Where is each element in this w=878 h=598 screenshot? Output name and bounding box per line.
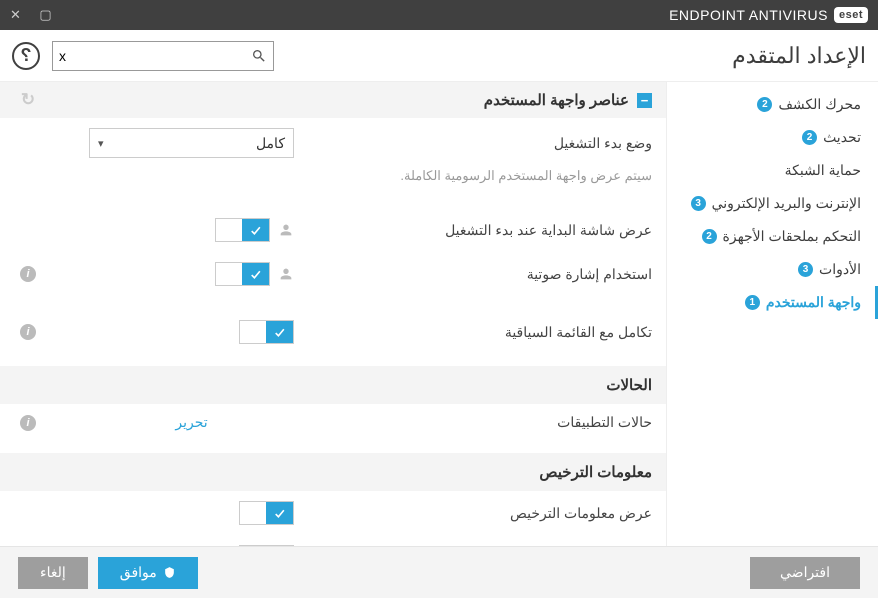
person-icon: [278, 222, 294, 238]
section-license-header: معلومات الترخيص: [0, 453, 666, 491]
sound-label: استخدام إشارة صوتية: [306, 266, 652, 283]
sidebar-item-tools[interactable]: الأدوات 3: [667, 253, 878, 286]
row-app-statuses: حالات التطبيقات تحرير i: [0, 404, 666, 441]
splash-toggle[interactable]: [215, 218, 270, 242]
sidebar-item-ui[interactable]: واجهة المستخدم 1: [667, 286, 878, 319]
product-name: ENDPOINT ANTIVIRUS: [669, 7, 828, 23]
context-label: تكامل مع القائمة السياقية: [306, 324, 652, 341]
sidebar-item-label: التحكم بملحقات الأجهزة: [723, 228, 861, 245]
sidebar: محرك الكشف 2 تحديث 2 حماية الشبكة الإنتر…: [666, 82, 878, 546]
person-icon: [278, 266, 294, 282]
reset-icon[interactable]: ↻: [14, 90, 42, 110]
content-pane: − عناصر واجهة المستخدم ↻ وضع بدء التشغيل…: [0, 82, 666, 546]
check-icon: [249, 224, 262, 237]
button-label: موافق: [120, 564, 157, 581]
shield-icon: [163, 566, 176, 579]
check-icon: [249, 268, 262, 281]
sidebar-item-network[interactable]: حماية الشبكة: [667, 154, 878, 187]
ok-button[interactable]: موافق: [98, 557, 198, 589]
show-license-msgs-toggle[interactable]: [239, 545, 294, 546]
sidebar-badge: 2: [802, 130, 817, 145]
sound-toggle[interactable]: [215, 262, 270, 286]
titlebar: eset ENDPOINT ANTIVIRUS ▢ ✕: [0, 0, 878, 30]
info-icon[interactable]: i: [20, 266, 36, 282]
section-title: عناصر واجهة المستخدم: [484, 91, 629, 109]
search-input[interactable]: [59, 48, 251, 64]
section-ui-elements-header: − عناصر واجهة المستخدم ↻: [0, 82, 666, 118]
sidebar-item-web-email[interactable]: الإنترنت والبريد الإلكتروني 3: [667, 187, 878, 220]
footer: افتراضي موافق إلغاء: [0, 546, 878, 598]
sidebar-badge: 2: [757, 97, 772, 112]
sidebar-item-label: الأدوات: [819, 261, 861, 278]
row-sound: استخدام إشارة صوتية i: [0, 252, 666, 296]
button-label: إلغاء: [40, 564, 66, 581]
row-show-license-msgs: إظهار رسائل وإعلامات الترخيص: [0, 535, 666, 546]
sidebar-badge: 3: [691, 196, 706, 211]
edit-link[interactable]: تحرير: [89, 414, 294, 431]
help-icon[interactable]: ?: [12, 42, 40, 70]
maximize-icon[interactable]: ▢: [39, 7, 52, 23]
info-icon[interactable]: i: [20, 324, 36, 340]
start-mode-hint: سيتم عرض واجهة المستخدم الرسومية الكاملة…: [306, 168, 652, 184]
brand-logo: eset: [834, 7, 868, 23]
info-icon[interactable]: i: [20, 415, 36, 431]
sidebar-item-device-control[interactable]: التحكم بملحقات الأجهزة 2: [667, 220, 878, 253]
collapse-icon[interactable]: −: [637, 93, 652, 108]
splash-label: عرض شاشة البداية عند بدء التشغيل: [306, 222, 652, 239]
close-icon[interactable]: ✕: [10, 7, 21, 23]
sidebar-item-detection[interactable]: محرك الكشف 2: [667, 88, 878, 121]
topbar: الإعداد المتقدم ?: [0, 30, 878, 82]
check-icon: [273, 326, 286, 339]
sidebar-badge: 1: [745, 295, 760, 310]
sidebar-item-label: الإنترنت والبريد الإلكتروني: [712, 195, 861, 212]
chevron-down-icon: ▾: [98, 137, 104, 150]
sidebar-item-label: محرك الكشف: [778, 96, 861, 113]
search-icon: [251, 48, 267, 64]
sidebar-badge: 2: [702, 229, 717, 244]
row-show-license: عرض معلومات الترخيص: [0, 491, 666, 535]
select-value: كامل: [256, 135, 285, 152]
sidebar-item-label: حماية الشبكة: [785, 162, 861, 179]
start-mode-label: وضع بدء التشغيل: [306, 135, 652, 152]
row-context-menu: تكامل مع القائمة السياقية i: [0, 310, 666, 354]
start-mode-select[interactable]: كامل ▾: [89, 128, 294, 158]
button-label: افتراضي: [780, 564, 830, 581]
cancel-button[interactable]: إلغاء: [18, 557, 88, 589]
row-start-mode-hint: سيتم عرض واجهة المستخدم الرسومية الكاملة…: [0, 168, 666, 194]
sidebar-item-label: تحديث: [823, 129, 861, 146]
sidebar-badge: 3: [798, 262, 813, 277]
row-splash: عرض شاشة البداية عند بدء التشغيل: [0, 208, 666, 252]
sidebar-item-update[interactable]: تحديث 2: [667, 121, 878, 154]
sidebar-item-label: واجهة المستخدم: [766, 294, 861, 311]
check-icon: [273, 507, 286, 520]
show-license-toggle[interactable]: [239, 501, 294, 525]
default-button[interactable]: افتراضي: [750, 557, 860, 589]
row-start-mode: وضع بدء التشغيل كامل ▾: [0, 118, 666, 168]
app-statuses-label: حالات التطبيقات: [306, 414, 652, 431]
show-license-label: عرض معلومات الترخيص: [306, 505, 652, 522]
context-toggle[interactable]: [239, 320, 294, 344]
search-field[interactable]: [52, 41, 274, 71]
section-statuses-header: الحالات: [0, 366, 666, 404]
page-title: الإعداد المتقدم: [732, 43, 866, 69]
